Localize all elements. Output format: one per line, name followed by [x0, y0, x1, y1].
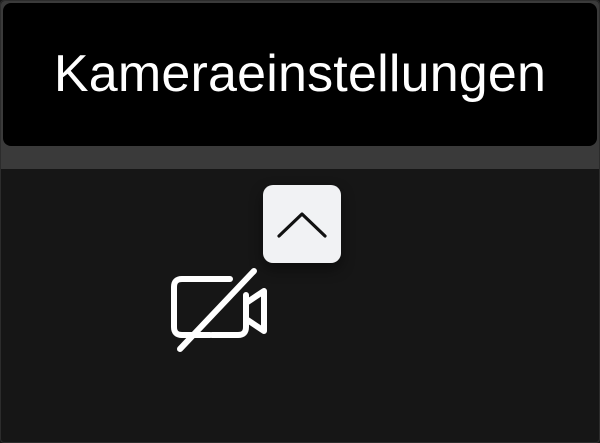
camera-control-panel: Kameraeinstellungen — [0, 0, 600, 443]
camera-settings-tooltip: Kameraeinstellungen — [3, 3, 597, 146]
chevron-up-icon — [277, 212, 327, 238]
camera-settings-toggle-button[interactable] — [263, 185, 341, 263]
tooltip-label: Kameraeinstellungen — [53, 44, 547, 103]
camera-toggle-button[interactable] — [161, 263, 271, 355]
camera-off-icon — [171, 268, 267, 352]
